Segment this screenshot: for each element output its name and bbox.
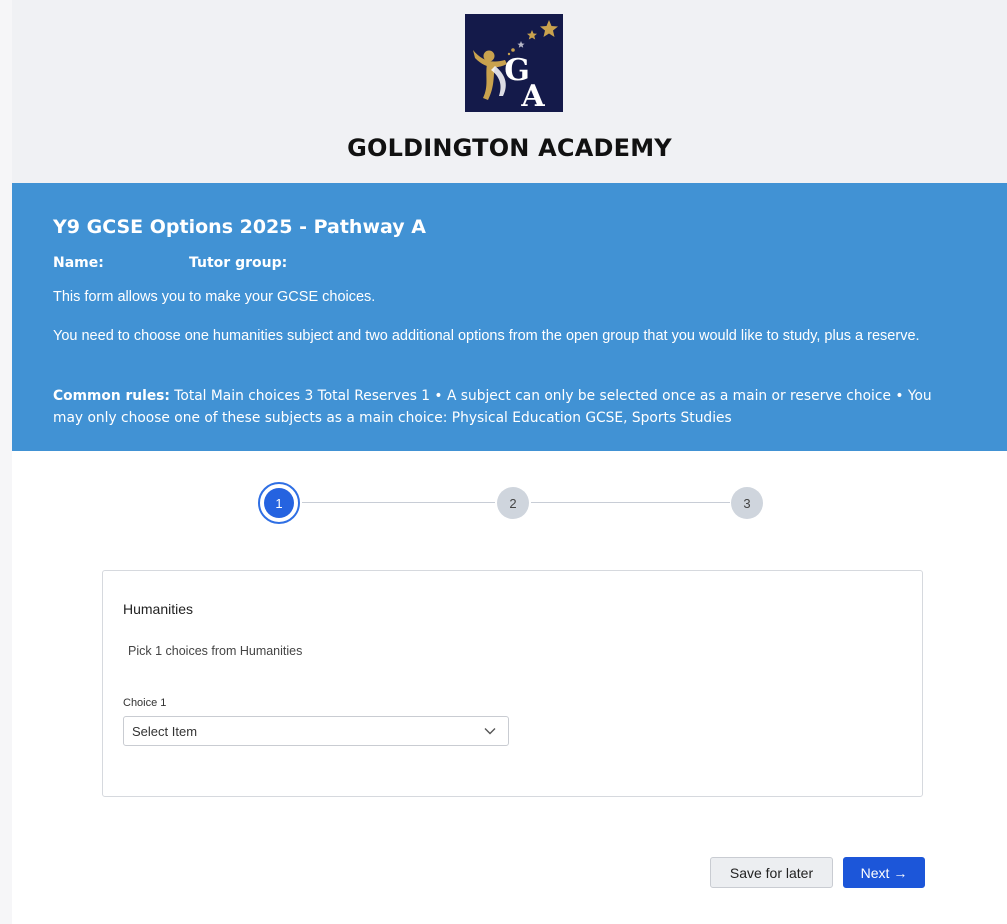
step-1-number: 1 <box>264 488 294 518</box>
section-heading: Humanities <box>123 601 194 617</box>
form-info-banner: Y9 GCSE Options 2025 - Pathway A Name: T… <box>12 183 1007 451</box>
form-title: Y9 GCSE Options 2025 - Pathway A <box>53 216 426 238</box>
step-1[interactable]: 1 <box>258 482 300 524</box>
name-label: Name: <box>53 255 104 271</box>
left-gutter <box>0 0 12 924</box>
form-intro: This form allows you to make your GCSE c… <box>53 289 376 305</box>
form-instructions: You need to choose one humanities subjec… <box>53 328 920 344</box>
step-3[interactable]: 3 <box>731 487 763 519</box>
chevron-down-icon <box>484 728 496 735</box>
school-crest-icon: G A <box>465 14 563 114</box>
next-button[interactable]: Next → <box>843 857 925 888</box>
header: G A GOLDINGTON ACADEMY <box>12 0 1007 183</box>
common-rules-label: Common rules: <box>53 388 170 404</box>
section-hint: Pick 1 choices from Humanities <box>128 644 303 658</box>
choice-1-select[interactable]: Select Item <box>123 716 509 746</box>
choice-1-value: Select Item <box>132 724 198 739</box>
humanities-section: Humanities Pick 1 choices from Humanitie… <box>102 570 923 797</box>
tutor-group-label: Tutor group: <box>189 255 288 271</box>
common-rules: Common rules: Total Main choices 3 Total… <box>53 385 953 429</box>
common-rules-text: Total Main choices 3 Total Reserves 1 • … <box>53 388 932 426</box>
school-name: GOLDINGTON ACADEMY <box>347 134 672 162</box>
choice-1-label: Choice 1 <box>123 697 167 709</box>
step-connector <box>302 502 495 503</box>
step-2[interactable]: 2 <box>497 487 529 519</box>
svg-text:A: A <box>520 79 545 112</box>
school-logo: G A <box>465 14 563 114</box>
student-meta: Name: Tutor group: <box>53 255 287 271</box>
step-connector <box>531 502 730 503</box>
progress-stepper: 1 2 3 <box>258 482 763 524</box>
save-for-later-button[interactable]: Save for later <box>710 857 833 888</box>
